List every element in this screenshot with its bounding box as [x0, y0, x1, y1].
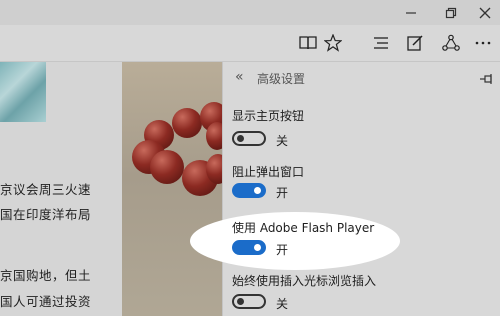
setting-label-home-button: 显示主页按钮	[232, 109, 305, 123]
toggle-home-button[interactable]	[232, 131, 266, 146]
toggle-state-caret-browsing: 关	[276, 297, 289, 311]
share-icon	[442, 34, 460, 51]
window-title-bar	[0, 0, 500, 25]
share-button[interactable]	[437, 29, 465, 57]
hub-button[interactable]	[367, 29, 395, 57]
reading-view-icon	[299, 36, 317, 50]
article-text-line: 京国购地，但土	[0, 268, 92, 283]
article-text-line: 京议会周三火速	[0, 182, 92, 197]
hub-icon	[374, 37, 388, 49]
toggle-state-flash-player: 开	[276, 243, 289, 257]
setting-label-caret-browsing: 始终使用插入光标浏览插入	[232, 274, 377, 288]
favorite-button[interactable]	[319, 29, 347, 57]
setting-label-flash-player: 使用 Adobe Flash Player	[232, 221, 375, 235]
toggle-state-home-button: 关	[276, 134, 289, 148]
toggle-flash-player[interactable]	[232, 240, 266, 255]
more-button[interactable]	[469, 29, 497, 57]
article-text-line: 国在印度洋布局	[0, 207, 92, 222]
setting-label-block-popups: 阻止弹出窗口	[232, 165, 305, 179]
toggle-block-popups[interactable]	[232, 183, 266, 198]
minimize-button[interactable]	[396, 0, 426, 25]
close-button[interactable]	[470, 0, 500, 25]
web-page-content: 京议会周三火速 国在印度洋布局 京国购地，但土 国人可通过投资	[0, 62, 222, 316]
close-icon	[479, 7, 491, 19]
reading-view-button[interactable]	[294, 29, 322, 57]
restore-icon	[445, 7, 457, 19]
toggle-state-block-popups: 开	[276, 186, 289, 200]
settings-list: 显示主页按钮 关 阻止弹出窗口 开 使用 Adobe Flash Player …	[222, 62, 500, 316]
minimize-icon	[406, 12, 416, 14]
bead-bracelet-photo	[122, 62, 222, 316]
web-note-button[interactable]	[401, 29, 429, 57]
article-image	[0, 62, 46, 122]
more-icon	[475, 41, 491, 45]
article-text-line: 国人可通过投资	[0, 294, 92, 309]
browser-toolbar	[0, 25, 500, 62]
restore-button[interactable]	[436, 0, 466, 25]
favorite-star-icon	[324, 34, 342, 52]
toggle-caret-browsing[interactable]	[232, 294, 266, 309]
web-note-icon	[407, 35, 423, 51]
